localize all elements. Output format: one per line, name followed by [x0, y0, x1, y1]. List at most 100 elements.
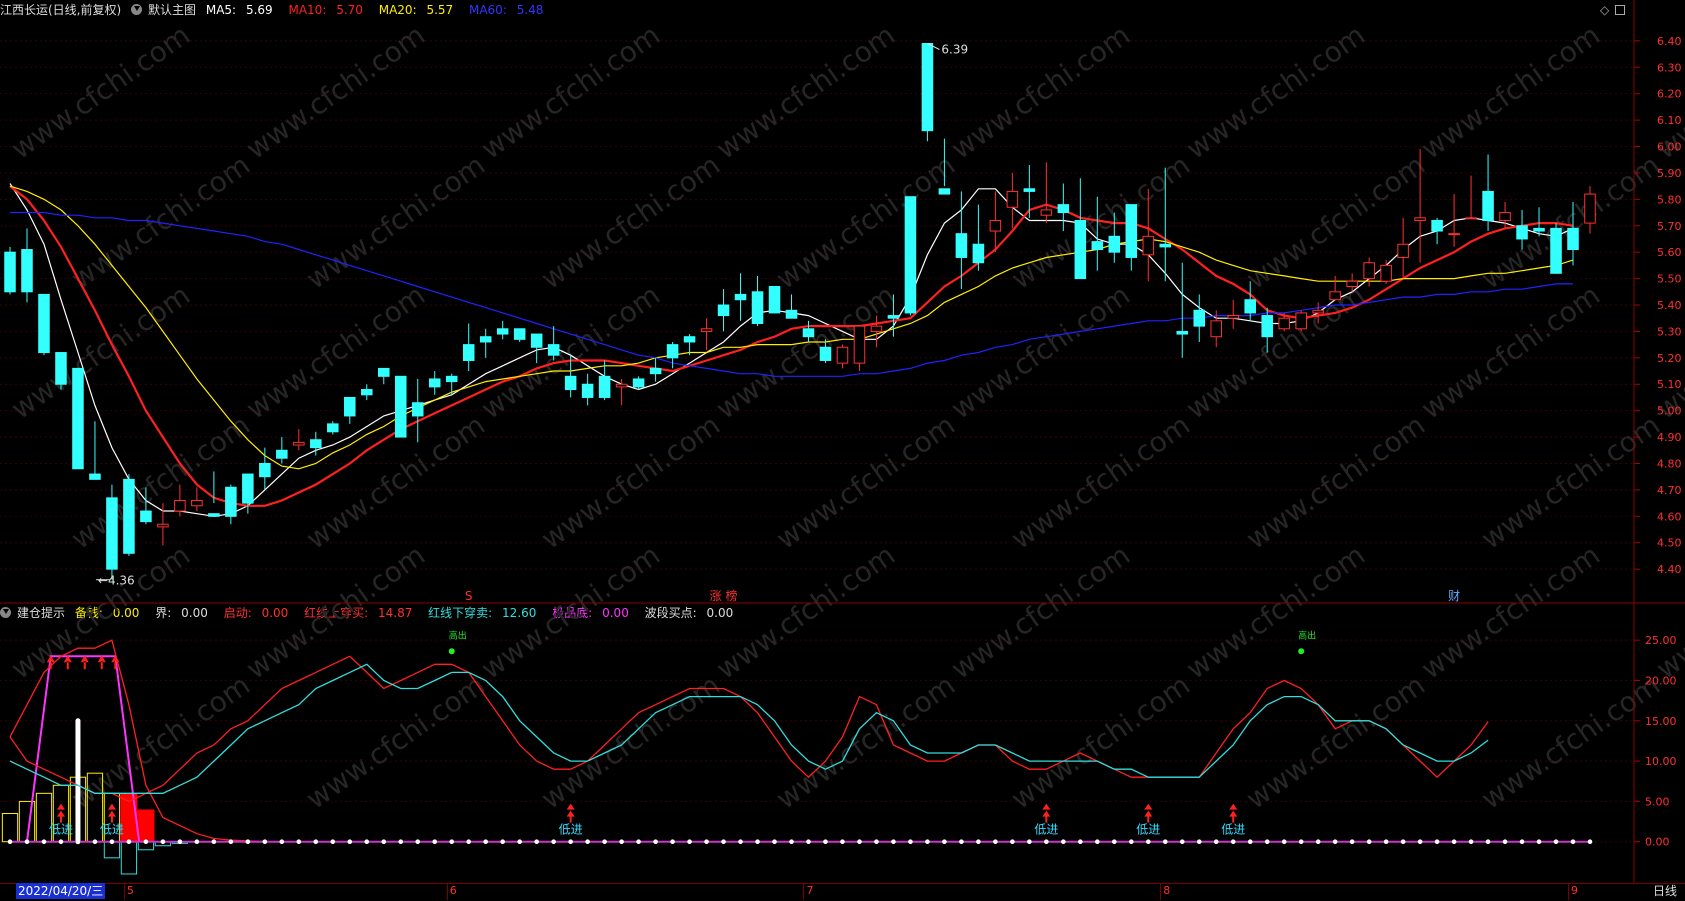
month-tick-line [446, 883, 448, 900]
candle-down [972, 243, 985, 264]
watermark-text: www.cfchi.com [475, 278, 666, 425]
candle-up [1295, 312, 1307, 330]
boduan-dot [1264, 839, 1270, 845]
indicator-tick-label: 20.00 [1645, 674, 1677, 687]
boduan-dot [1095, 839, 1100, 845]
boduan-dot [126, 839, 132, 845]
watermark-text: www.cfchi.com [1475, 408, 1666, 555]
candle-up [1312, 309, 1324, 314]
boduan-dot [466, 839, 472, 845]
candle-up [1363, 262, 1375, 280]
candle-down [1176, 330, 1189, 335]
month-tick-label: 8 [1163, 884, 1171, 897]
candle-down [785, 309, 798, 319]
candle-up [1040, 209, 1053, 216]
candle-up [836, 346, 849, 364]
boduan-dot [1553, 839, 1559, 845]
candle-down [310, 439, 322, 449]
period-label[interactable]: 日线 [1653, 883, 1677, 900]
watermark-text: www.cfchi.com [1180, 538, 1371, 685]
boduan-dot [585, 839, 590, 845]
boduan-dot [109, 839, 115, 845]
watermark-text: www.cfchi.com [1650, 538, 1685, 685]
boduan-dot [721, 839, 726, 845]
boduan-dot [687, 839, 692, 845]
candle-down [411, 402, 424, 417]
boduan-dot [364, 839, 370, 845]
jie-bar [103, 841, 121, 859]
candle-down [1482, 190, 1494, 221]
watermark-text: www.cfchi.com [65, 148, 256, 295]
chart-canvas[interactable]: www.cfchi.com www.cfchi.com www.cfchi.com w… [0, 0, 1685, 900]
time-axis-bar [0, 883, 1685, 901]
watermark-text: www.cfchi.com [1240, 408, 1431, 555]
boduan-dot [823, 839, 828, 845]
watermark-text: www.cfchi.com [1240, 668, 1431, 815]
boduan-dot [772, 839, 777, 845]
boduan-dot [1044, 839, 1049, 845]
candle-down [904, 196, 917, 314]
buy-signal-label: 低进 [100, 823, 124, 837]
price-tick-label: 6.00 [1657, 141, 1682, 154]
event-marker: S [465, 589, 473, 603]
candle-up [191, 499, 203, 507]
watermark-text: www.cfchi.com [5, 278, 196, 425]
boduan-dot [296, 839, 302, 845]
indicator-tick-label: 10.00 [1645, 755, 1677, 768]
boduan-dot [1247, 839, 1253, 845]
candle-up [1210, 320, 1223, 338]
boduan-dot [925, 839, 930, 845]
indicator-tick-label: 5.00 [1645, 795, 1670, 808]
boduan-dot [1417, 839, 1423, 845]
candle-up [615, 383, 628, 388]
candle-down [734, 293, 747, 301]
boduan-dot [1332, 839, 1338, 845]
boduan-dot [738, 839, 743, 845]
candle-down [955, 233, 968, 258]
buy-signal-label: 低进 [1136, 823, 1160, 837]
boduan-dot [840, 839, 845, 845]
watermark-text: www.cfchi.com [300, 668, 491, 815]
boduan-dot [245, 839, 251, 845]
buy-signal-label: 低进 [49, 823, 73, 837]
candle-up [1329, 291, 1341, 301]
candle-up [1346, 280, 1358, 288]
boduan-dot [58, 839, 64, 845]
buy-signal-label: 低进 [1221, 823, 1245, 837]
candle-down [938, 188, 951, 195]
boduan-dot [330, 839, 336, 845]
candle-down [666, 344, 679, 359]
boduan-dot [24, 839, 30, 845]
candle-down [768, 286, 781, 314]
candle-up [1448, 233, 1460, 236]
boduan-dot [381, 839, 387, 845]
boduan-dot [1366, 839, 1372, 845]
watermark-text: www.cfchi.com [945, 278, 1136, 425]
boduan-dot [313, 839, 319, 845]
boduan-dot [92, 839, 98, 845]
month-tick-line [1160, 883, 1162, 900]
candle-down [598, 375, 611, 398]
candle-up [870, 325, 883, 332]
boduan-dot [143, 839, 149, 845]
boduan-dot [1027, 839, 1032, 845]
watermark-text: www.cfchi.com [710, 538, 901, 685]
price-tick-label: 5.00 [1657, 405, 1682, 418]
boduan-dot [670, 839, 675, 845]
low-price-label: ←4.36 [98, 574, 135, 588]
candle-up [293, 441, 305, 446]
watermark-text: www.cfchi.com [1005, 668, 1196, 815]
watermark-text: www.cfchi.com [5, 538, 196, 685]
price-tick-label: 5.80 [1657, 193, 1682, 206]
indicator-tick-label: 15.00 [1645, 715, 1677, 728]
boduan-dot [1230, 839, 1236, 845]
candle-up [1397, 243, 1409, 258]
candle-down [547, 344, 560, 356]
boduan-dot [517, 839, 522, 845]
boduan-dot [1434, 839, 1440, 845]
candle-down [1261, 315, 1273, 338]
candle-down [276, 449, 288, 459]
boduan-dot [857, 839, 862, 845]
indicator-grid [0, 639, 1634, 843]
boduan-dot [704, 839, 709, 845]
